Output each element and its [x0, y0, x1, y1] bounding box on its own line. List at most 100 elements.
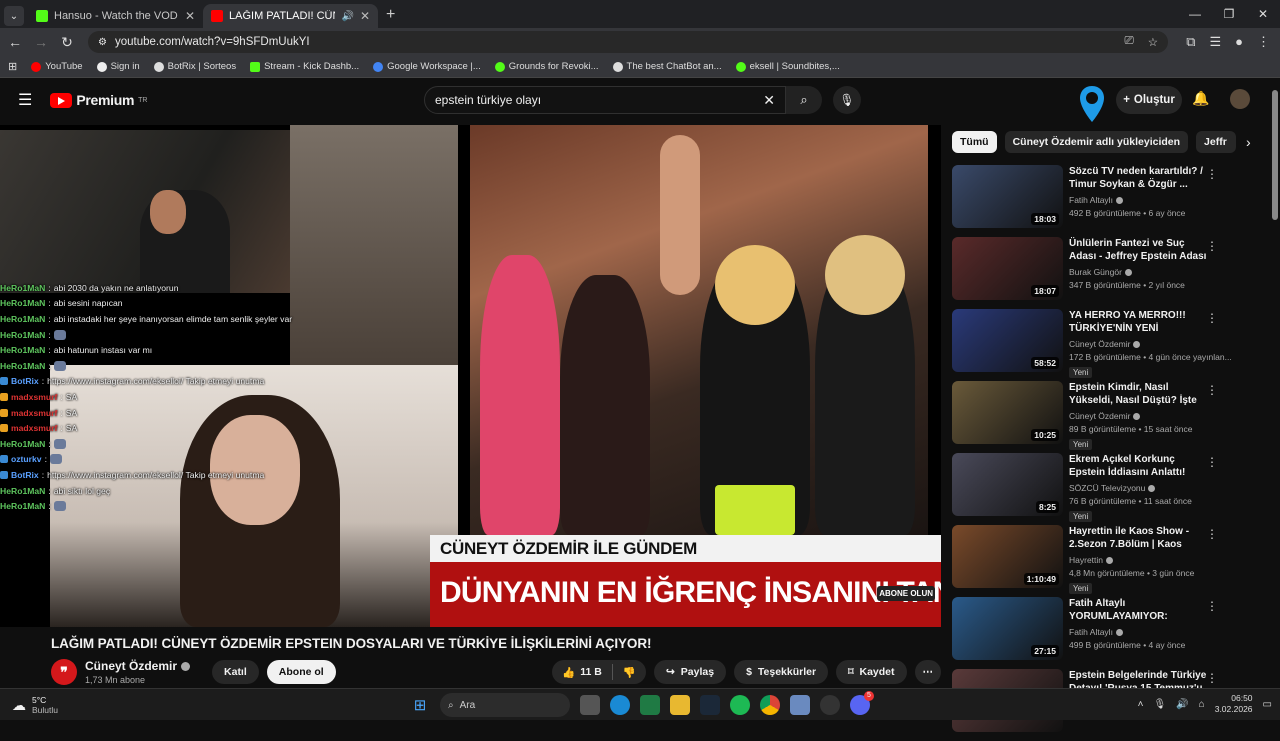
task-view-icon[interactable]: [580, 695, 600, 715]
reload-button[interactable]: ↻: [54, 34, 80, 51]
video-thumbnail[interactable]: 27:15: [952, 597, 1063, 660]
rec-channel[interactable]: Hayrettin: [1069, 555, 1103, 565]
reading-list-icon[interactable]: ☰: [1209, 34, 1221, 50]
video-thumbnail[interactable]: 18:03: [952, 165, 1063, 228]
location-pin-icon[interactable]: [1078, 84, 1106, 124]
video-thumbnail[interactable]: 8:25: [952, 453, 1063, 516]
site-info-icon[interactable]: ⚙: [98, 37, 107, 48]
chevron-up-icon[interactable]: ˄: [1138, 699, 1144, 710]
chip-all[interactable]: Tümü: [952, 131, 997, 153]
bookmark-item[interactable]: YouTube: [31, 61, 83, 72]
minimize-button[interactable]: —: [1178, 0, 1212, 28]
rec-channel[interactable]: Cüneyt Özdemir: [1069, 339, 1130, 349]
more-options-icon[interactable]: ⋮: [1206, 671, 1218, 685]
menu-icon[interactable]: ⋮: [1257, 34, 1270, 50]
rec-title[interactable]: Fatih Altaylı YORUMLAYAMIYOR: "Randevu..…: [1069, 597, 1209, 623]
video-player[interactable]: HeRo1MaN: abi 2030 da yakın ne anlatıyoru…: [0, 125, 941, 627]
bookmark-item[interactable]: Sign in: [96, 61, 140, 72]
channel-name[interactable]: Cüneyt Özdemir: [85, 659, 177, 673]
chip-jeffrey[interactable]: Jeffr: [1196, 131, 1237, 153]
bookmark-item[interactable]: The best ChatBot an...: [612, 61, 722, 72]
obs-icon[interactable]: [820, 695, 840, 715]
rec-channel[interactable]: Cüneyt Özdemir: [1069, 411, 1130, 421]
extensions-icon[interactable]: ⧉: [1186, 34, 1195, 50]
more-options-icon[interactable]: ⋮: [1206, 239, 1218, 253]
subscribe-button[interactable]: Abone ol: [266, 660, 336, 684]
excel-icon[interactable]: [640, 695, 660, 715]
clear-search-icon[interactable]: ✕: [763, 92, 775, 109]
file-explorer-icon[interactable]: [670, 695, 690, 715]
more-options-icon[interactable]: ⋮: [1206, 599, 1218, 613]
more-options-icon[interactable]: ⋮: [1206, 527, 1218, 541]
more-options-icon[interactable]: ⋮: [1206, 167, 1218, 181]
taskbar-search[interactable]: ⌕ Ara: [440, 693, 570, 717]
bookmark-item[interactable]: eksell | Soundbites,...: [735, 61, 840, 72]
join-button[interactable]: Katıl: [212, 660, 259, 684]
rec-channel[interactable]: Burak Güngör: [1069, 267, 1122, 277]
spotify-icon[interactable]: [730, 695, 750, 715]
chip-uploader[interactable]: Cüneyt Özdemir adlı yükleyiciden: [1004, 131, 1189, 153]
new-tab-button[interactable]: +: [386, 6, 395, 24]
video-thumbnail[interactable]: 58:52: [952, 309, 1063, 372]
back-button[interactable]: ←: [2, 34, 28, 50]
discord-icon[interactable]: 5: [850, 691, 874, 715]
volume-icon[interactable]: 🔊: [1176, 699, 1188, 710]
clock[interactable]: 06:50 3.02.2026: [1215, 693, 1253, 715]
mic-tray-icon[interactable]: 🎙: [1154, 699, 1167, 710]
more-options-icon[interactable]: ⋮: [1206, 383, 1218, 397]
edge-icon[interactable]: [610, 695, 630, 715]
tab-youtube[interactable]: LAĞIM PATLADI! CÜNEYT Ö 🔊 ✕: [203, 4, 378, 28]
apps-grid-icon[interactable]: ⊞: [8, 60, 17, 73]
restore-button[interactable]: ❐: [1212, 0, 1246, 28]
close-window-button[interactable]: ✕: [1246, 0, 1280, 28]
account-avatar[interactable]: [1230, 89, 1250, 109]
bookmark-item[interactable]: Grounds for Revoki...: [494, 61, 599, 72]
more-options-icon[interactable]: ⋮: [1206, 455, 1218, 469]
chrome-icon[interactable]: [760, 695, 780, 715]
rec-title[interactable]: Ekrem Açıkel Korkunç Epstein İddiasını A…: [1069, 453, 1209, 479]
notifications-bell-icon[interactable]: 🔔: [1192, 90, 1209, 107]
rec-title[interactable]: YA HERRO YA MERRO!!! TÜRKİYE'NİN YENİ GÜ…: [1069, 309, 1209, 335]
recommendation-item[interactable]: 8:25 Ekrem Açıkel Korkunç Epstein İddiası…: [952, 453, 1222, 525]
recommendation-item[interactable]: 27:15 Fatih Altaylı YORUMLAYAMIYOR: "Rand…: [952, 597, 1222, 669]
windows-start-icon[interactable]: ⊞: [410, 695, 430, 715]
rec-title[interactable]: Ünlülerin Fantezi ve Suç Adası - Jeffrey…: [1069, 237, 1209, 263]
more-actions-button[interactable]: ⋯: [914, 660, 941, 684]
rec-channel[interactable]: SÖZCÜ Televizyonu: [1069, 483, 1145, 493]
recommendation-item[interactable]: 18:07 Ünlülerin Fantezi ve Suç Adası - Je…: [952, 237, 1222, 309]
bookmark-star-icon[interactable]: ☆: [1148, 35, 1158, 49]
chevron-right-icon[interactable]: ›: [1246, 134, 1251, 150]
share-button[interactable]: ↪ Paylaş: [653, 660, 727, 684]
bookmark-item[interactable]: Google Workspace |...: [373, 61, 481, 72]
dislike-button[interactable]: 👎: [623, 666, 646, 679]
create-button[interactable]: + Oluştur: [1116, 86, 1182, 114]
recommendation-item[interactable]: 10:25 Epstein Kimdir, Nasıl Yükseldi, Nas…: [952, 381, 1222, 453]
video-thumbnail[interactable]: 10:25: [952, 381, 1063, 444]
like-button[interactable]: 👍 11 B: [562, 666, 602, 679]
close-tab-icon[interactable]: ✕: [360, 9, 370, 23]
hamburger-menu-icon[interactable]: ☰: [18, 90, 32, 110]
tab-search-button[interactable]: ⌄: [4, 6, 24, 26]
weather-widget[interactable]: ☁ 5°C Bulutlu: [12, 695, 58, 715]
url-bar[interactable]: ⚙ youtube.com/watch?v=9hSFDmUukYI ⎚ ☆: [88, 31, 1168, 53]
video-thumbnail[interactable]: 1:10:49: [952, 525, 1063, 588]
rec-title[interactable]: Epstein Kimdir, Nasıl Yükseldi, Nasıl Dü…: [1069, 381, 1209, 407]
thanks-button[interactable]: $ Teşekkürler: [734, 660, 829, 684]
voice-search-button[interactable]: 🎙: [833, 86, 861, 114]
speaker-icon[interactable]: 🔊: [341, 11, 353, 22]
forward-button[interactable]: →: [28, 34, 54, 50]
rec-channel[interactable]: Fatih Altaylı: [1069, 627, 1113, 637]
recommendation-item[interactable]: 1:10:49 Hayrettin ile Kaos Show - 2.Sezon…: [952, 525, 1222, 597]
youtube-logo[interactable]: Premium TR: [50, 92, 148, 108]
save-button[interactable]: ⌑ Kaydet: [836, 660, 907, 684]
search-input[interactable]: epstein türkiye olayı ✕: [424, 86, 786, 114]
rec-channel[interactable]: Fatih Altaylı: [1069, 195, 1113, 205]
recommendation-item[interactable]: 18:03 Sözcü TV neden karartıldı? / Timur …: [952, 165, 1222, 237]
bookmark-item[interactable]: BotRix | Sorteos: [153, 61, 236, 72]
recommendation-item[interactable]: 58:52 YA HERRO YA MERRO!!! TÜRKİYE'NİN YE…: [952, 309, 1232, 381]
video-thumbnail[interactable]: 18:07: [952, 237, 1063, 300]
rec-title[interactable]: Hayrettin ile Kaos Show - 2.Sezon 7.Bölü…: [1069, 525, 1209, 551]
cast-icon[interactable]: ⎚: [1124, 35, 1133, 49]
steam-icon[interactable]: [700, 695, 720, 715]
network-icon[interactable]: ⌂: [1199, 699, 1205, 710]
